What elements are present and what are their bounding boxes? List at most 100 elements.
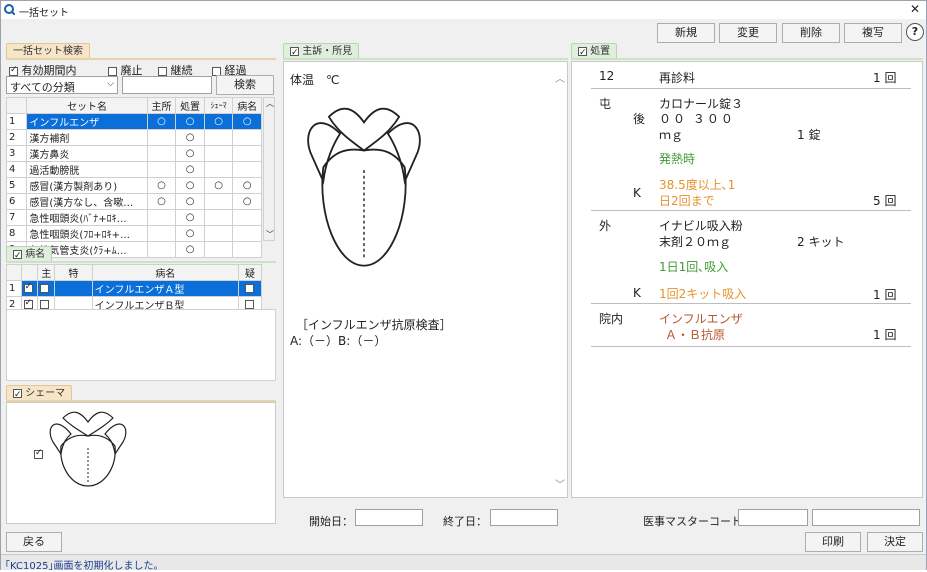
row-number: 2	[5, 129, 28, 146]
set-flag: ○	[175, 209, 205, 226]
set-name: 感冒(漢方なし、含嗽…	[26, 193, 148, 210]
set-name: 過活動膀胱	[26, 161, 148, 178]
set-table: セット名 主所 処置 ｼｪｰﾏ 病名 1 インフルエンザ ○ ○ ○ ○ 2 漢方補剤 ○ 3 漢方…	[5, 97, 262, 258]
new-button[interactable]: 新規	[657, 23, 715, 43]
exam-title: ［インフルエンザ抗原検査］	[296, 318, 452, 332]
main-window: 一括セット ✕ 新規 変更 削除 複写 ? 一括セット検索 有効期間内 廃止 継…	[0, 0, 927, 572]
checkbox	[40, 299, 50, 309]
chevron-up-icon[interactable]: ︿	[266, 98, 274, 109]
complaint-panel[interactable]: 体温 ℃ ［インフルエンザ抗原検査］ A:（－）B:（－） ︿ ﹀	[283, 61, 568, 498]
set-flag: ○	[146, 193, 177, 210]
set-flag	[232, 161, 262, 178]
table-row[interactable]: 7 急性咽頭炎(ﾊﾞﾅ+ﾛｷ… ○	[5, 209, 262, 226]
close-icon[interactable]: ✕	[910, 2, 920, 16]
print-button[interactable]: 印刷	[805, 532, 861, 552]
start-date-label: 開始日：	[309, 515, 353, 528]
set-name: 急性咽頭炎(ﾊﾞﾅ+ﾛｷ…	[26, 209, 148, 226]
set-flag	[146, 129, 177, 146]
status-bar: ｢KC1025｣画面を初期化しました。	[1, 554, 926, 572]
checkbox	[23, 282, 33, 293]
tab-disease[interactable]: 病名	[6, 246, 53, 264]
table-row[interactable]: 2 漢方補剤 ○	[5, 129, 262, 146]
set-flag	[203, 161, 234, 178]
set-flag	[232, 145, 262, 162]
master-code-input[interactable]	[738, 509, 808, 526]
set-flag	[146, 161, 177, 178]
table-row[interactable]: 4 過活動膀胱 ○	[5, 161, 262, 178]
set-flag	[146, 209, 177, 226]
table-row[interactable]: 6 感冒(漢方なし、含嗽… ○ ○ ○	[5, 193, 262, 210]
scrollbar[interactable]: ︿ ﹀	[263, 97, 275, 241]
window-title: 一括セット	[19, 8, 69, 19]
set-flag: ○	[146, 113, 177, 130]
schema-panel	[6, 402, 276, 524]
prescription-row[interactable]: 外 イナビル吸入粉 末剤２０ｍｇ 2 キット 1日1回､吸入 K 1回2キット吸…	[591, 214, 911, 304]
chevron-down-icon[interactable]: ﹀	[266, 229, 274, 240]
row-number: 6	[5, 193, 28, 210]
search-button[interactable]: 検索	[216, 75, 274, 95]
set-name: 急性咽頭炎(ﾌﾛ+ﾛｷ+…	[26, 225, 148, 242]
tongue-diagram	[307, 107, 421, 267]
table-row[interactable]: 5 感冒(漢方製剤あり) ○ ○ ○ ○	[5, 177, 262, 194]
set-flag	[232, 225, 262, 242]
help-icon[interactable]: ?	[906, 23, 924, 41]
table-row[interactable]: 8 急性咽頭炎(ﾌﾛ+ﾛｷ+… ○	[5, 225, 262, 242]
set-flag: ○	[175, 161, 205, 178]
set-flag	[203, 225, 234, 242]
set-flag: ○	[232, 193, 262, 210]
set-flag: ○	[175, 241, 205, 258]
prescription-row[interactable]: 院内 インフルエンザ Ａ・Ｂ抗原 1 回	[591, 307, 911, 347]
back-button[interactable]: 戻る	[6, 532, 62, 552]
set-flag: ○	[175, 177, 205, 194]
exam-result: A:（－）B:（－）	[290, 334, 387, 348]
category-select[interactable]: すべての分類 ⌵	[6, 76, 118, 94]
search-input[interactable]	[122, 76, 212, 94]
set-flag	[146, 241, 177, 258]
set-flag	[203, 209, 234, 226]
prescription-row[interactable]: 12 再診料 1 回	[591, 67, 911, 89]
set-flag	[203, 145, 234, 162]
set-flag	[232, 209, 262, 226]
set-flag	[203, 193, 234, 210]
set-flag: ○	[175, 193, 205, 210]
checkbox	[23, 298, 33, 309]
decide-button[interactable]: 決定	[867, 532, 923, 552]
set-flag: ○	[146, 177, 177, 194]
start-date-input[interactable]	[355, 509, 423, 526]
tab-schema[interactable]: シェーマ	[6, 385, 73, 403]
set-flag: ○	[175, 113, 205, 130]
set-flag	[232, 129, 262, 146]
checkbox	[245, 299, 255, 309]
table-row[interactable]: 1 インフルエンザＡ型	[6, 280, 263, 297]
table-row[interactable]: 1 インフルエンザ ○ ○ ○ ○	[5, 113, 262, 130]
chevron-up-icon[interactable]: ︿	[555, 70, 565, 85]
master-code-name-input[interactable]	[812, 509, 920, 526]
set-flag	[146, 145, 177, 162]
end-date-label: 終了日：	[443, 515, 487, 528]
chevron-down-icon: ⌵	[107, 79, 114, 89]
temperature-text: 体温 ℃	[290, 73, 340, 87]
row-number: 8	[5, 225, 28, 242]
table-row[interactable]: 3 漢方鼻炎 ○	[5, 145, 262, 162]
title-bar: 一括セット ✕	[1, 1, 926, 19]
set-flag	[203, 129, 234, 146]
tab-set-search[interactable]: 一括セット検索	[6, 43, 90, 59]
prescription-row[interactable]: 屯 後 カロナール錠３ ００ ３００ ｍｇ 1 錠 発熱時 K 38.5度以上､…	[591, 92, 911, 211]
app-icon	[4, 4, 15, 15]
change-button[interactable]: 変更	[719, 23, 777, 43]
row-number: 1	[5, 113, 28, 130]
set-flag: ○	[203, 113, 234, 130]
end-date-input[interactable]	[490, 509, 558, 526]
copy-button[interactable]: 複写	[844, 23, 902, 43]
tab-prescription[interactable]: 処置	[571, 43, 618, 61]
set-flag: ○	[175, 225, 205, 242]
checkbox	[40, 283, 50, 293]
set-flag	[146, 225, 177, 242]
set-flag	[232, 241, 262, 258]
tab-complaint[interactable]: 主訴・所見	[283, 43, 360, 61]
set-flag: ○	[232, 177, 262, 194]
delete-button[interactable]: 削除	[782, 23, 840, 43]
set-name: インフルエンザ	[26, 113, 148, 130]
chevron-down-icon[interactable]: ﹀	[555, 476, 565, 491]
row-number: 4	[5, 161, 28, 178]
